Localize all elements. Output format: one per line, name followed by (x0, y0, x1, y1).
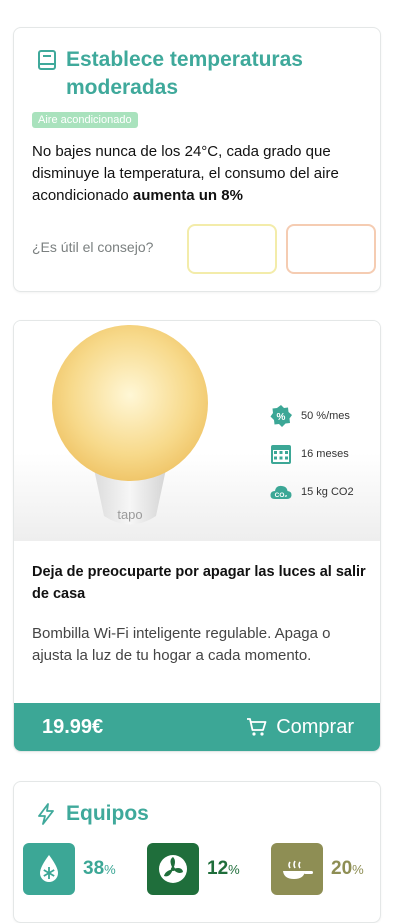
vote-no-button[interactable] (286, 224, 376, 274)
co2-cloud-icon: CO₂ (270, 485, 292, 499)
equipment-card: Equipos 38% 12% 20% (13, 781, 381, 923)
tip-title: Establece temperaturas moderadas (36, 46, 362, 102)
product-stats: % 50 %/mes 16 meses CO₂ 15 kg CO2 (269, 397, 354, 511)
equipment-pan-value: 20 (331, 858, 353, 879)
equipment-item-pan[interactable]: 20% (271, 843, 364, 895)
percent-badge-icon: % (270, 405, 292, 427)
stat-payback-text: 16 meses (301, 448, 349, 460)
equipment-fan-unit: % (228, 862, 240, 877)
cart-icon (247, 718, 267, 736)
equipment-ac-value: 38 (83, 858, 105, 879)
product-card: tapo % 50 %/mes 16 meses CO₂ 15 kg CO2 D… (13, 320, 381, 752)
product-image: tapo % 50 %/mes 16 meses CO₂ 15 kg CO2 (14, 321, 380, 541)
tip-card: Establece temperaturas moderadas Aire ac… (13, 27, 381, 292)
vote-yes-button[interactable] (187, 224, 277, 274)
calendar-icon (271, 445, 291, 464)
useful-question: ¿Es útil el consejo? (32, 239, 154, 255)
brand-logo: tapo (117, 507, 142, 522)
equipment-title-text: Equipos (66, 802, 149, 825)
buy-bar: 19.99€ Comprar (14, 703, 380, 751)
equipment-pan-unit: % (352, 862, 364, 877)
lightning-icon (38, 803, 54, 825)
equipment-fan-percent: 12% (207, 858, 240, 880)
tip-title-text: Establece temperaturas moderadas (66, 48, 303, 99)
equipment-ac-unit: % (104, 862, 116, 877)
tip-body: No bajes nunca de los 24°C, cada grado q… (32, 141, 366, 207)
stat-savings-text: 50 %/mes (301, 410, 350, 422)
product-price: 19.99€ (42, 715, 104, 738)
buy-button[interactable]: Comprar (246, 716, 354, 739)
ac-snowflake-icon (23, 843, 75, 895)
equipment-ac-percent: 38% (83, 858, 116, 880)
equipment-pan-percent: 20% (331, 858, 364, 880)
svg-text:CO₂: CO₂ (275, 492, 288, 499)
buy-button-label: Comprar (276, 715, 354, 738)
book-icon (38, 50, 56, 70)
product-title: Deja de preocuparte por apagar las luces… (32, 564, 366, 602)
equipment-title: Equipos (36, 802, 149, 826)
stat-payback: 16 meses (269, 435, 354, 473)
stat-co2-text: 15 kg CO2 (301, 486, 354, 498)
product-description: Bombilla Wi-Fi inteligente regulable. Ap… (32, 625, 331, 664)
equipment-item-fan[interactable]: 12% (147, 843, 240, 895)
pan-icon (271, 843, 323, 895)
stat-co2: CO₂ 15 kg CO2 (269, 473, 354, 511)
svg-text:%: % (277, 412, 286, 423)
tip-body-highlight: aumenta un 8% (132, 187, 243, 204)
fan-icon (147, 843, 199, 895)
category-tag: Aire acondicionado (32, 112, 138, 128)
equipment-item-ac[interactable]: 38% (23, 843, 116, 895)
stat-savings: % 50 %/mes (269, 397, 354, 435)
equipment-fan-value: 12 (207, 858, 229, 879)
